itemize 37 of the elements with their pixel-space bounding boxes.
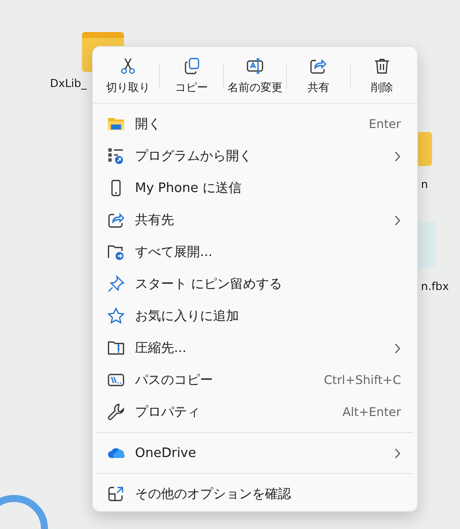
shortcut-text: Alt+Enter — [342, 405, 401, 419]
menu-item[interactable]: My Phone に送信 — [93, 172, 417, 204]
desktop-icon-label[interactable]: DxLib_ — [50, 77, 87, 90]
copy-icon — [182, 57, 201, 75]
rename-button[interactable]: 名前の変更 — [224, 51, 286, 101]
desktop-icon-label[interactable]: n.fbx — [421, 280, 449, 293]
shortcut-text: Enter — [368, 117, 401, 131]
share-icon — [107, 211, 125, 229]
wrench-icon — [107, 403, 125, 421]
menu-item[interactable]: パスのコピー Ctrl+Shift+C — [93, 364, 417, 396]
menu-item[interactable]: その他のオプションを確認 — [93, 478, 417, 510]
star-icon — [107, 307, 125, 325]
cut-button[interactable]: 切り取り — [97, 51, 160, 101]
zip-folder-icon — [107, 339, 125, 357]
desktop-icon-label[interactable]: n — [421, 178, 428, 191]
menu-item[interactable]: プロパティ Alt+Enter — [93, 396, 417, 428]
menu-item[interactable]: すべて展開... — [93, 236, 417, 268]
menu-item[interactable]: スタート にピン留めする — [93, 268, 417, 300]
share-button[interactable]: 共有 — [287, 51, 350, 101]
menu-item[interactable]: 共有先 — [93, 204, 417, 236]
menu-item[interactable]: お気に入りに追加 — [93, 300, 417, 332]
menu-item[interactable]: プログラムから開く — [93, 140, 417, 172]
path-icon — [107, 371, 125, 389]
folder-arrow-icon — [107, 243, 125, 261]
rename-icon — [246, 57, 264, 75]
copy-button[interactable]: コピー — [160, 51, 223, 101]
menu-item[interactable]: OneDrive — [93, 437, 417, 469]
share-icon — [309, 57, 328, 75]
pin-icon — [107, 275, 125, 293]
shortcut-text: Ctrl+Shift+C — [324, 373, 401, 387]
menu-item[interactable]: 開く Enter — [93, 108, 417, 140]
delete-button[interactable]: 削除 — [350, 51, 414, 101]
menu-item[interactable]: 圧縮先... — [93, 332, 417, 364]
external-window-icon — [107, 485, 125, 503]
app-list-icon — [107, 147, 125, 165]
scissors-icon — [119, 57, 138, 75]
trash-icon — [372, 57, 391, 75]
